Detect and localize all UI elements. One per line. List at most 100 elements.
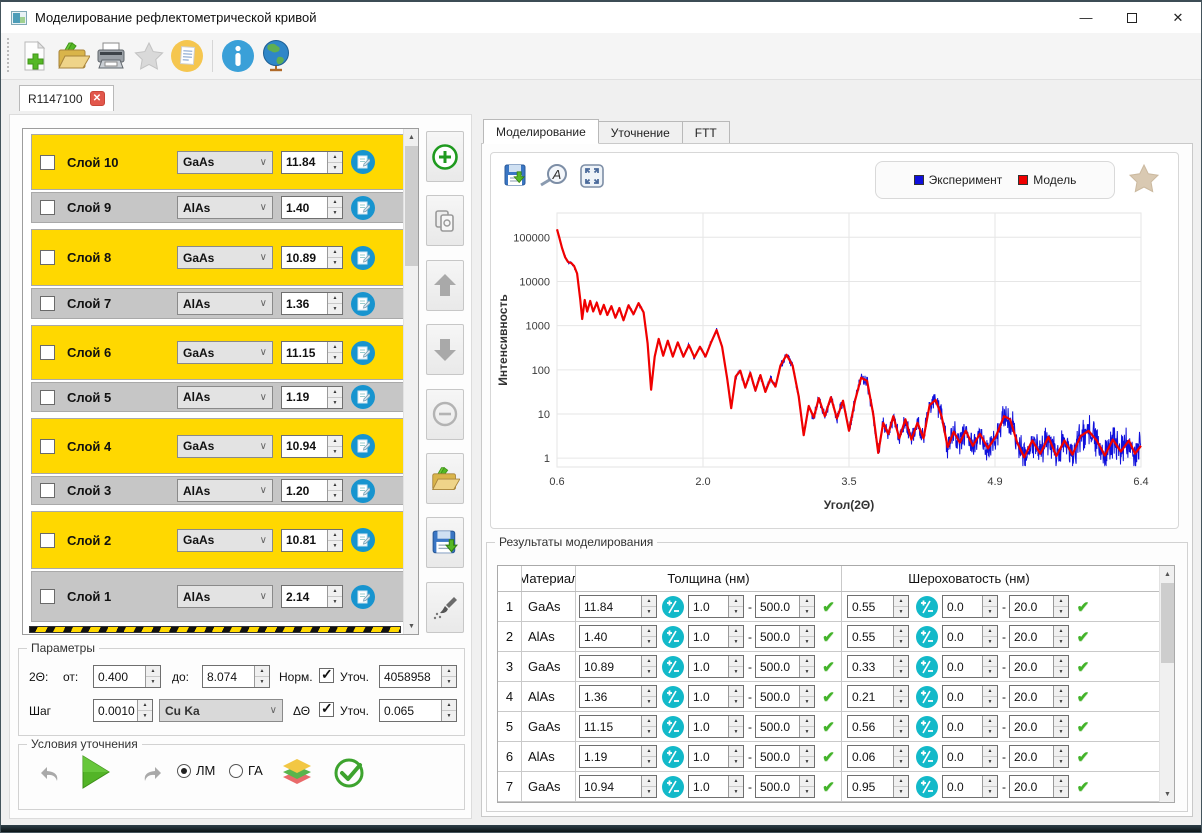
spinner-arrows-icon[interactable]: ▲▼ bbox=[137, 700, 152, 721]
thickness-max-spinner[interactable]: 500.0▲▼ bbox=[755, 595, 815, 618]
spinner-arrows-icon[interactable]: ▲▼ bbox=[728, 716, 743, 737]
step-spinner[interactable]: 0.0010▲▼ bbox=[93, 699, 153, 722]
fit-enabled-check-icon[interactable]: ✔ bbox=[822, 688, 835, 706]
layer-material-combobox[interactable]: AlAs∨ bbox=[177, 585, 273, 608]
plus-minus-toggle-icon[interactable] bbox=[916, 746, 938, 768]
roughness-min-spinner[interactable]: 0.0▲▼ bbox=[942, 625, 998, 648]
edit-layer-button[interactable] bbox=[351, 341, 375, 365]
layer-checkbox[interactable] bbox=[40, 155, 55, 170]
fit-enabled-check-icon[interactable]: ✔ bbox=[1077, 598, 1090, 616]
spinner-arrows-icon[interactable]: ▲▼ bbox=[728, 626, 743, 647]
edit-layer-button[interactable] bbox=[351, 479, 375, 503]
fit-enabled-check-icon[interactable]: ✔ bbox=[822, 718, 835, 736]
scroll-down-icon[interactable]: ▼ bbox=[404, 618, 419, 634]
layer-material-combobox[interactable]: GaAs∨ bbox=[177, 435, 273, 458]
edit-layer-button[interactable] bbox=[351, 196, 375, 220]
spinner-arrows-icon[interactable]: ▲▼ bbox=[641, 716, 656, 737]
layer-checkbox[interactable] bbox=[40, 483, 55, 498]
thickness-min-spinner[interactable]: 1.0▲▼ bbox=[688, 655, 744, 678]
document-tab-close-icon[interactable]: ✕ bbox=[90, 91, 105, 106]
spinner-arrows-icon[interactable]: ▲▼ bbox=[327, 586, 342, 607]
thickness-min-spinner[interactable]: 1.0▲▼ bbox=[688, 595, 744, 618]
layer-material-combobox[interactable]: AlAs∨ bbox=[177, 292, 273, 315]
spinner-arrows-icon[interactable]: ▲▼ bbox=[728, 776, 743, 797]
spinner-arrows-icon[interactable]: ▲▼ bbox=[641, 626, 656, 647]
spinner-arrows-icon[interactable]: ▲▼ bbox=[728, 686, 743, 707]
layer-checkbox[interactable] bbox=[40, 390, 55, 405]
move-layer-down-button[interactable] bbox=[426, 324, 464, 375]
spinner-arrows-icon[interactable]: ▲▼ bbox=[982, 596, 997, 617]
minimize-button[interactable]: — bbox=[1063, 2, 1109, 33]
chart-font-button[interactable]: A bbox=[539, 163, 569, 189]
spinner-arrows-icon[interactable]: ▲▼ bbox=[728, 596, 743, 617]
spinner-arrows-icon[interactable]: ▲▼ bbox=[799, 776, 814, 797]
scroll-up-icon[interactable]: ▲ bbox=[1160, 566, 1175, 582]
fit-enabled-check-icon[interactable]: ✔ bbox=[822, 658, 835, 676]
roughness-max-spinner[interactable]: 20.0▲▼ bbox=[1009, 595, 1069, 618]
run-refinement-button[interactable] bbox=[79, 753, 113, 791]
spinner-arrows-icon[interactable]: ▲▼ bbox=[641, 686, 656, 707]
fit-enabled-check-icon[interactable]: ✔ bbox=[1077, 778, 1090, 796]
layer-material-combobox[interactable]: AlAs∨ bbox=[177, 196, 273, 219]
plus-minus-toggle-icon[interactable] bbox=[916, 656, 938, 678]
layer-thickness-spinner[interactable]: 11.84▲▼ bbox=[281, 151, 343, 174]
spinner-arrows-icon[interactable]: ▲▼ bbox=[641, 746, 656, 767]
layer-thickness-spinner[interactable]: 1.40▲▼ bbox=[281, 196, 343, 219]
edit-layer-button[interactable] bbox=[351, 292, 375, 316]
document-tab[interactable]: R1147100 ✕ bbox=[19, 85, 114, 111]
plus-minus-toggle-icon[interactable] bbox=[662, 596, 684, 618]
spinner-arrows-icon[interactable]: ▲▼ bbox=[799, 656, 814, 677]
spinner-arrows-icon[interactable]: ▲▼ bbox=[799, 596, 814, 617]
spinner-arrows-icon[interactable]: ▲▼ bbox=[327, 197, 342, 218]
print-button[interactable] bbox=[92, 36, 130, 76]
spinner-arrows-icon[interactable]: ▲▼ bbox=[799, 626, 814, 647]
scroll-thumb[interactable] bbox=[1161, 583, 1174, 663]
duplicate-layer-button[interactable] bbox=[426, 195, 464, 246]
tab-ftt[interactable]: FTT bbox=[683, 121, 730, 144]
thickness-spinner[interactable]: 1.19▲▼ bbox=[579, 745, 657, 768]
roughness-max-spinner[interactable]: 20.0▲▼ bbox=[1009, 745, 1069, 768]
spinner-arrows-icon[interactable]: ▲▼ bbox=[327, 247, 342, 268]
globe-button[interactable] bbox=[257, 36, 295, 76]
notes-button[interactable] bbox=[168, 36, 206, 76]
layer-material-combobox[interactable]: AlAs∨ bbox=[177, 386, 273, 409]
scroll-thumb[interactable] bbox=[405, 146, 418, 266]
layer-checkbox[interactable] bbox=[40, 439, 55, 454]
thickness-max-spinner[interactable]: 500.0▲▼ bbox=[755, 655, 815, 678]
spinner-arrows-icon[interactable]: ▲▼ bbox=[1053, 656, 1068, 677]
fit-enabled-check-icon[interactable]: ✔ bbox=[1077, 658, 1090, 676]
info-button[interactable] bbox=[219, 36, 257, 76]
anode-combobox[interactable]: Cu Ka ∨ bbox=[159, 699, 283, 722]
fit-enabled-check-icon[interactable]: ✔ bbox=[1077, 748, 1090, 766]
spinner-arrows-icon[interactable]: ▲▼ bbox=[641, 656, 656, 677]
spinner-arrows-icon[interactable]: ▲▼ bbox=[641, 596, 656, 617]
thickness-min-spinner[interactable]: 1.0▲▼ bbox=[688, 775, 744, 798]
tab-моделирование[interactable]: Моделирование bbox=[483, 119, 599, 144]
roughness-min-spinner[interactable]: 0.0▲▼ bbox=[942, 745, 998, 768]
layer-thickness-spinner[interactable]: 10.94▲▼ bbox=[281, 435, 343, 458]
plus-minus-toggle-icon[interactable] bbox=[662, 776, 684, 798]
spinner-arrows-icon[interactable]: ▲▼ bbox=[1053, 686, 1068, 707]
spinner-arrows-icon[interactable]: ▲▼ bbox=[728, 656, 743, 677]
norm-refine-spinner[interactable]: 4058958▲▼ bbox=[379, 665, 457, 688]
spinner-arrows-icon[interactable]: ▲▼ bbox=[982, 686, 997, 707]
spinner-arrows-icon[interactable]: ▲▼ bbox=[327, 152, 342, 173]
spinner-arrows-icon[interactable]: ▲▼ bbox=[1053, 746, 1068, 767]
fit-enabled-check-icon[interactable]: ✔ bbox=[822, 598, 835, 616]
spinner-arrows-icon[interactable]: ▲▼ bbox=[982, 656, 997, 677]
plus-minus-toggle-icon[interactable] bbox=[662, 686, 684, 708]
thickness-spinner[interactable]: 11.15▲▼ bbox=[579, 715, 657, 738]
thickness-max-spinner[interactable]: 500.0▲▼ bbox=[755, 625, 815, 648]
spinner-arrows-icon[interactable]: ▲▼ bbox=[1053, 596, 1068, 617]
undo-button[interactable] bbox=[37, 761, 65, 789]
layer-checkbox[interactable] bbox=[40, 200, 55, 215]
save-structure-button[interactable] bbox=[426, 517, 464, 568]
new-document-button[interactable] bbox=[16, 36, 54, 76]
dtheta-refine-checkbox[interactable] bbox=[319, 702, 334, 717]
layer-material-combobox[interactable]: AlAs∨ bbox=[177, 479, 273, 502]
spinner-arrows-icon[interactable]: ▲▼ bbox=[1053, 716, 1068, 737]
thickness-spinner[interactable]: 10.94▲▼ bbox=[579, 775, 657, 798]
two-theta-to-spinner[interactable]: 8.074▲▼ bbox=[202, 665, 270, 688]
plus-minus-toggle-icon[interactable] bbox=[916, 596, 938, 618]
spinner-arrows-icon[interactable]: ▲▼ bbox=[982, 776, 997, 797]
